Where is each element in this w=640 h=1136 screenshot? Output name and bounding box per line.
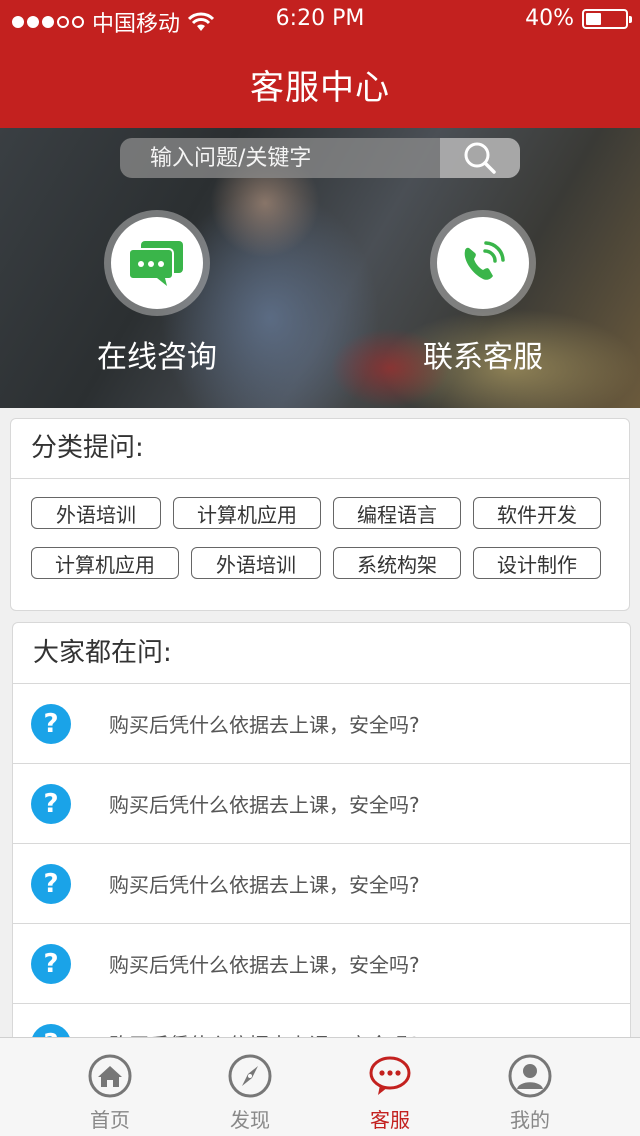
category-title: 分类提问: <box>11 419 629 479</box>
chat-icon <box>128 241 183 286</box>
battery-icon <box>582 8 632 29</box>
header: 中国移动 6:20 PM 40% 客服中心 <box>0 0 640 128</box>
question-icon: ? <box>31 783 71 824</box>
faq-item[interactable]: ? 购买后凭什么依据去上课，安全吗? <box>13 684 630 764</box>
category-tag[interactable]: 计算机应用 <box>31 547 179 579</box>
faq-item[interactable]: ? 购买后凭什么依据去上课，安全吗? <box>13 764 630 844</box>
tab-label: 首页 <box>90 1108 130 1132</box>
tab-service[interactable]: 客服 <box>340 1054 440 1133</box>
search-bar <box>120 138 520 178</box>
question-icon: ? <box>31 943 71 984</box>
home-icon <box>88 1054 132 1098</box>
online-consult-label: 在线咨询 <box>97 340 217 375</box>
tab-discover[interactable]: 发现 <box>200 1054 300 1133</box>
search-icon <box>464 142 496 174</box>
online-consult-button[interactable]: 在线咨询 <box>77 210 237 376</box>
faq-question-text: 购买后凭什么依据去上课，安全吗? <box>109 953 420 977</box>
tag-row: 外语培训 计算机应用 编程语言 软件开发 <box>31 497 629 529</box>
category-tag[interactable]: 设计制作 <box>473 547 601 579</box>
contact-service-circle <box>430 210 536 316</box>
page-title: 客服中心 <box>250 68 390 108</box>
status-bar: 中国移动 6:20 PM 40% <box>0 0 640 40</box>
contact-service-circle-inner <box>437 217 529 309</box>
banner: 在线咨询 联系客服 <box>0 128 640 408</box>
category-card: 分类提问: 外语培训 计算机应用 编程语言 软件开发 计算机应用 外语培训 系统… <box>10 418 630 611</box>
tab-label: 发现 <box>230 1108 270 1132</box>
online-consult-circle-inner <box>111 217 203 309</box>
faq-card: 大家都在问: ? 购买后凭什么依据去上课，安全吗? ? 购买后凭什么依据去上课，… <box>12 622 631 1052</box>
question-icon: ? <box>31 703 71 744</box>
tab-bar: 首页 发现 客服 我的 <box>0 1037 640 1136</box>
tab-me[interactable]: 我的 <box>480 1054 580 1133</box>
faq-item[interactable]: ? 购买后凭什么依据去上课，安全吗? <box>13 844 630 924</box>
faq-question-text: 购买后凭什么依据去上课，安全吗? <box>109 873 420 897</box>
category-tag[interactable]: 计算机应用 <box>173 497 321 529</box>
category-tag[interactable]: 编程语言 <box>333 497 461 529</box>
battery-level-fill <box>586 12 601 25</box>
faq-title: 大家都在问: <box>13 623 630 684</box>
online-consult-circle <box>104 210 210 316</box>
question-icon: ? <box>31 863 71 904</box>
category-tag[interactable]: 软件开发 <box>473 497 601 529</box>
search-input[interactable] <box>120 138 440 178</box>
tab-label: 客服 <box>370 1108 410 1132</box>
user-icon <box>508 1054 552 1098</box>
contact-service-button[interactable]: 联系客服 <box>403 210 563 376</box>
category-tag[interactable]: 系统构架 <box>333 547 461 579</box>
faq-item[interactable]: ? 购买后凭什么依据去上课，安全吗? <box>13 924 630 1004</box>
tab-home[interactable]: 首页 <box>60 1054 160 1133</box>
category-tags: 外语培训 计算机应用 编程语言 软件开发 计算机应用 外语培训 系统构架 设计制… <box>11 479 629 579</box>
compass-icon <box>228 1054 272 1098</box>
tag-row: 计算机应用 外语培训 系统构架 设计制作 <box>31 547 629 579</box>
tab-label: 我的 <box>510 1108 550 1132</box>
contact-service-label: 联系客服 <box>423 340 543 375</box>
status-right: 40% <box>525 6 632 31</box>
category-tag[interactable]: 外语培训 <box>191 547 321 579</box>
faq-question-text: 购买后凭什么依据去上课，安全吗? <box>109 713 420 737</box>
phone-icon <box>464 241 505 280</box>
category-tag[interactable]: 外语培训 <box>31 497 161 529</box>
search-button[interactable] <box>440 138 520 178</box>
battery-percent: 40% <box>525 6 574 31</box>
chat-bubble-icon <box>369 1056 411 1095</box>
faq-question-text: 购买后凭什么依据去上课，安全吗? <box>109 793 420 817</box>
